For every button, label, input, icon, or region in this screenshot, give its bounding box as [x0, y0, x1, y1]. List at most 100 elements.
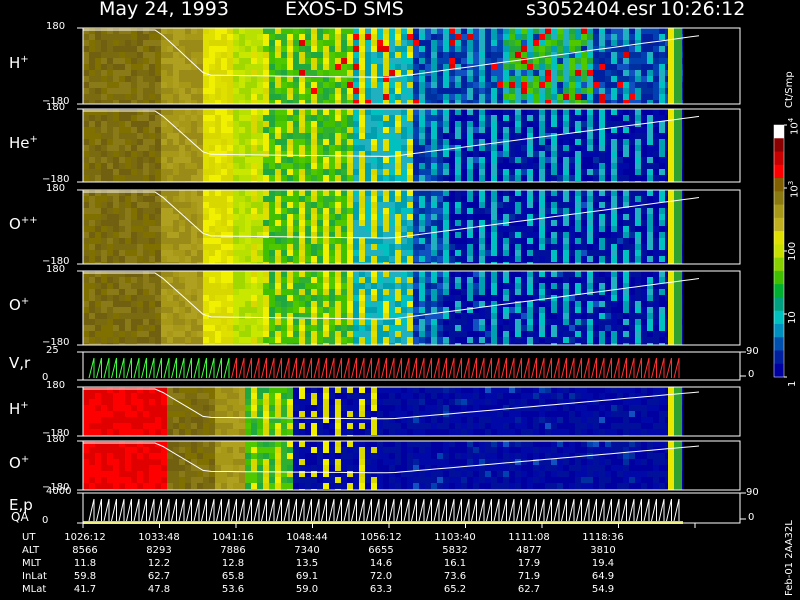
- heatmap-cell: [359, 88, 365, 94]
- heatmap-cell: [257, 139, 263, 145]
- heatmap-cell: [275, 256, 281, 262]
- heatmap-cell: [413, 127, 419, 133]
- heatmap-cell: [407, 139, 413, 145]
- heatmap-cell: [299, 256, 305, 262]
- heatmap-cell: [401, 202, 407, 208]
- heatmap-cell: [167, 301, 173, 307]
- heatmap-cell: [287, 46, 293, 52]
- heatmap-cell: [365, 94, 371, 100]
- heatmap-cell: [401, 133, 407, 139]
- heatmap-cell: [479, 70, 485, 76]
- heatmap-cell: [401, 40, 407, 46]
- heatmap-cell: [383, 331, 389, 337]
- heatmap-cell: [377, 232, 383, 238]
- heatmap-cell: [239, 283, 245, 289]
- heatmap-cell: [461, 313, 467, 319]
- heatmap-cell: [311, 145, 317, 151]
- heatmap-cell: [479, 52, 485, 58]
- heatmap-cell: [659, 190, 665, 196]
- heatmap-cell: [401, 163, 407, 169]
- heatmap-cell: [479, 289, 485, 295]
- heatmap-cell: [197, 28, 203, 34]
- heatmap-cell: [443, 256, 449, 262]
- heatmap-cell: [491, 127, 497, 133]
- heatmap-cell: [383, 109, 389, 115]
- heatmap-cell: [275, 169, 281, 175]
- heatmap-cell: [113, 244, 119, 250]
- heatmap-cell: [551, 250, 557, 256]
- heatmap-cell: [239, 202, 245, 208]
- heatmap-cell: [419, 301, 425, 307]
- heatmap-cell: [119, 52, 125, 58]
- heatmap-cell: [515, 226, 521, 232]
- heatmap-cell: [635, 82, 641, 88]
- heatmap-cell: [539, 250, 545, 256]
- heatmap-cell: [251, 190, 257, 196]
- heatmap-cell: [659, 28, 665, 34]
- heatmap-cell: [635, 46, 641, 52]
- heatmap-cell: [209, 313, 215, 319]
- heatmap-cell: [155, 163, 161, 169]
- heatmap-cell: [473, 121, 479, 127]
- heatmap-cell: [83, 76, 89, 82]
- heatmap-cell: [281, 94, 287, 100]
- heatmap-cell: [287, 139, 293, 145]
- heatmap-cell: [251, 313, 257, 319]
- heatmap-cell: [467, 244, 473, 250]
- heatmap-cell: [377, 139, 383, 145]
- heatmap-cell: [155, 337, 161, 343]
- heatmap-cell: [185, 94, 191, 100]
- heatmap-cell: [443, 100, 449, 104]
- heatmap-cell: [233, 34, 239, 40]
- heatmap-cell: [113, 121, 119, 127]
- heatmap-cell: [497, 133, 503, 139]
- heatmap-cell: [263, 256, 269, 262]
- heatmap-cell: [155, 52, 161, 58]
- heatmap-cell: [257, 163, 263, 169]
- heatmap-cell: [461, 46, 467, 52]
- heatmap-cell: [449, 46, 455, 52]
- heatmap-cell: [365, 325, 371, 331]
- heatmap-cell: [545, 40, 551, 46]
- heatmap-cell: [341, 58, 347, 64]
- heatmap-cell: [437, 289, 443, 295]
- heatmap-cell: [449, 139, 455, 145]
- heatmap-cell: [347, 70, 353, 76]
- heatmap-cell: [149, 94, 155, 100]
- heatmap-cell: [653, 214, 659, 220]
- heatmap-cell: [425, 283, 431, 289]
- heatmap-cell: [347, 325, 353, 331]
- heatmap-cell: [227, 64, 233, 70]
- heatmap-cell: [461, 70, 467, 76]
- heatmap-cell: [101, 337, 107, 343]
- heatmap-cell: [275, 76, 281, 82]
- heatmap-cell: [401, 277, 407, 283]
- heatmap-cell: [131, 94, 137, 100]
- heatmap-cell: [323, 175, 329, 181]
- heatmap-cell: [395, 289, 401, 295]
- heatmap-cell: [443, 157, 449, 163]
- heatmap-cell: [497, 307, 503, 313]
- heatmap-cell: [131, 46, 137, 52]
- heatmap-cell: [137, 202, 143, 208]
- heatmap-cell: [365, 34, 371, 40]
- heatmap-cell: [317, 151, 323, 157]
- heatmap-cell: [383, 40, 389, 46]
- heatmap-cell: [191, 196, 197, 202]
- heatmap-cell: [293, 238, 299, 244]
- heatmap-cell: [377, 82, 383, 88]
- heatmap-cell: [371, 256, 377, 262]
- heatmap-cell: [335, 283, 341, 289]
- heatmap-cell: [449, 40, 455, 46]
- heatmap-cell: [449, 271, 455, 277]
- heatmap-cell: [287, 64, 293, 70]
- heatmap-cell: [167, 214, 173, 220]
- heatmap-cell: [293, 70, 299, 76]
- heatmap-cell: [95, 283, 101, 289]
- heatmap-cell: [455, 34, 461, 40]
- heatmap-cell: [539, 289, 545, 295]
- heatmap-cell: [215, 145, 221, 151]
- heatmap-cell: [173, 58, 179, 64]
- heatmap-cell: [113, 52, 119, 58]
- heatmap-cell: [461, 256, 467, 262]
